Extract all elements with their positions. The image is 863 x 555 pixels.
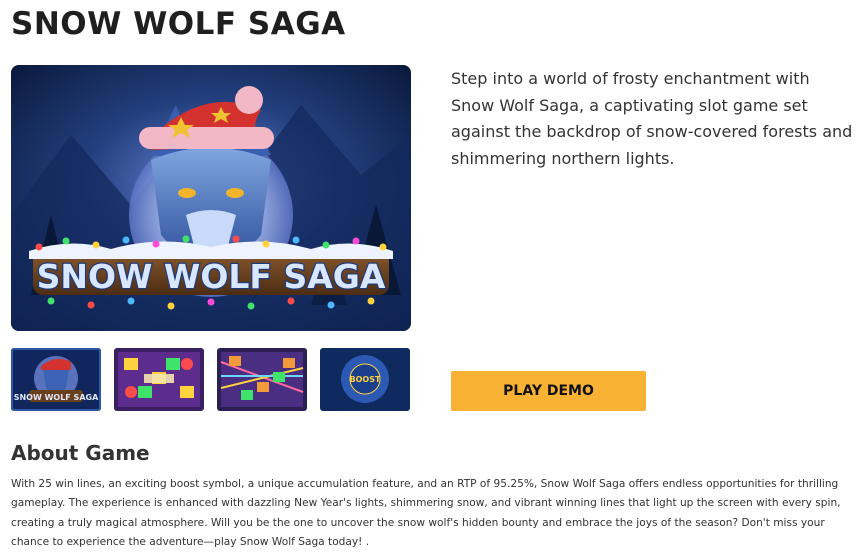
thumbnail-boost[interactable]: BOOST [320, 348, 410, 411]
thumbnail-strip: SNOW WOLF SAGA BOOST [11, 348, 411, 411]
thumbnail-cover-text: SNOW WOLF SAGA [14, 393, 99, 402]
hero-artwork: SNOW WOLF SAGA [11, 65, 411, 331]
about-heading: About Game [11, 441, 150, 465]
game-description: Step into a world of frosty enchantment … [451, 69, 853, 168]
thumbnail-reels-1[interactable] [114, 348, 204, 411]
hero-logo-text: SNOW WOLF SAGA [37, 257, 386, 296]
page-title: SNOW WOLF SAGA [11, 6, 346, 42]
hero-image: SNOW WOLF SAGA [11, 65, 411, 331]
about-text: With 25 win lines, an exciting boost sym… [11, 478, 841, 548]
thumbnail-reels-2[interactable] [217, 348, 307, 411]
thumbnail-cover[interactable]: SNOW WOLF SAGA [11, 348, 101, 411]
play-demo-button[interactable]: PLAY DEMO [451, 371, 646, 411]
thumbnail-boost-text: BOOST [350, 375, 381, 384]
